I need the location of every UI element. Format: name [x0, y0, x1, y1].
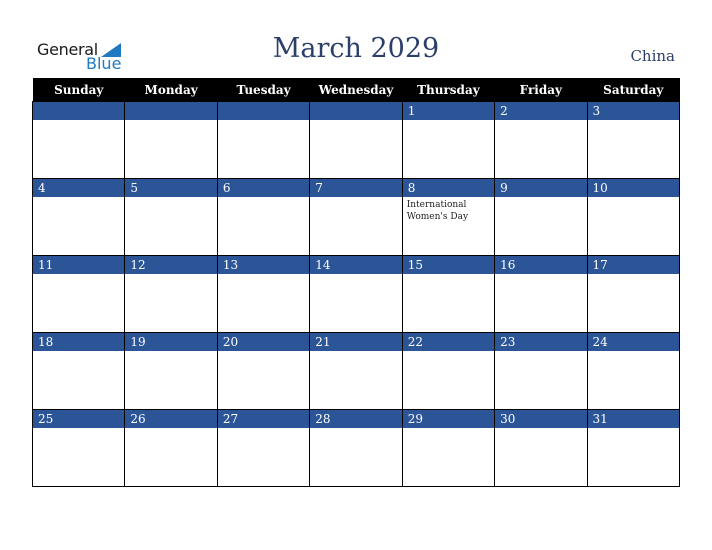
day-number: 13: [217, 256, 310, 274]
weekday-header-row: Sunday Monday Tuesday Wednesday Thursday Frid…: [32, 78, 680, 102]
week-row: 25 26 27 28 29 30 31: [31, 409, 681, 487]
day-number: 1: [402, 102, 495, 120]
day-cell[interactable]: 10: [586, 178, 681, 256]
day-number: 15: [402, 256, 495, 274]
day-number: 21: [310, 333, 402, 351]
day-cell[interactable]: 9: [494, 178, 588, 256]
week-row: 123: [31, 101, 681, 179]
day-cell[interactable]: 31: [586, 409, 681, 487]
day-number: 27: [217, 410, 310, 428]
day-number: 18: [33, 333, 125, 351]
weekday-header: Monday: [124, 78, 218, 102]
day-number: 30: [495, 410, 587, 428]
day-cell[interactable]: 4: [31, 178, 126, 256]
day-number: 14: [310, 256, 402, 274]
day-cell[interactable]: [216, 101, 311, 179]
day-cell[interactable]: 8 International Women's Day: [401, 178, 496, 256]
day-cell[interactable]: 7: [309, 178, 403, 256]
day-number: 10: [587, 179, 679, 197]
week-row: 18 19 20 21 22 23 24: [31, 332, 681, 410]
day-cell[interactable]: 19: [124, 332, 218, 410]
calendar-grid: Sunday Monday Tuesday Wednesday Thursday Frid…: [31, 78, 681, 487]
day-cell[interactable]: 13: [216, 255, 311, 333]
holiday-event: International Women's Day: [406, 200, 469, 222]
day-number: 25: [33, 410, 125, 428]
day-number: [125, 102, 217, 120]
day-cell[interactable]: [124, 101, 218, 179]
day-number: 8: [402, 179, 495, 197]
day-cell[interactable]: 27: [216, 409, 311, 487]
day-number: [217, 102, 310, 120]
day-number: 20: [217, 333, 310, 351]
weekday-header: Tuesday: [217, 78, 310, 102]
day-cell[interactable]: 17: [586, 255, 681, 333]
day-number: 9: [495, 179, 587, 197]
day-cell[interactable]: 18: [31, 332, 126, 410]
day-cell[interactable]: [31, 101, 126, 179]
day-number: 11: [33, 256, 125, 274]
day-cell[interactable]: 15: [401, 255, 496, 333]
day-number: 6: [217, 179, 310, 197]
day-number: 16: [495, 256, 587, 274]
day-number: 17: [587, 256, 679, 274]
day-cell[interactable]: 2: [494, 101, 588, 179]
day-cell[interactable]: 21: [309, 332, 403, 410]
day-cell[interactable]: 1: [401, 101, 496, 179]
day-number: 12: [125, 256, 217, 274]
day-number: 4: [33, 179, 125, 197]
day-cell[interactable]: 20: [216, 332, 311, 410]
day-number: 3: [587, 102, 679, 120]
weekday-header: Saturday: [587, 78, 680, 102]
day-number: [33, 102, 125, 120]
day-cell[interactable]: 16: [494, 255, 588, 333]
day-cell[interactable]: 22: [401, 332, 496, 410]
day-cell[interactable]: 29: [401, 409, 496, 487]
day-cell[interactable]: [309, 101, 403, 179]
weekday-header: Wednesday: [309, 78, 403, 102]
day-number: 31: [587, 410, 679, 428]
weekday-header: Thursday: [402, 78, 495, 102]
day-cell[interactable]: 26: [124, 409, 218, 487]
day-cell[interactable]: 28: [309, 409, 403, 487]
week-row: 11 12 13 14 15 16 17: [31, 255, 681, 333]
weekday-header: Sunday: [32, 78, 125, 102]
day-number: 19: [125, 333, 217, 351]
day-number: 24: [587, 333, 679, 351]
day-cell[interactable]: 30: [494, 409, 588, 487]
day-cell[interactable]: 24: [586, 332, 681, 410]
day-cell[interactable]: 25: [31, 409, 126, 487]
day-number: 29: [402, 410, 495, 428]
day-cell[interactable]: 12: [124, 255, 218, 333]
day-number: 26: [125, 410, 217, 428]
day-cell[interactable]: 6: [216, 178, 311, 256]
calendar-title: March 2029: [272, 33, 440, 64]
day-number: 23: [495, 333, 587, 351]
day-cell[interactable]: 14: [309, 255, 403, 333]
day-cell[interactable]: 11: [31, 255, 126, 333]
day-number: 22: [402, 333, 495, 351]
day-number: [310, 102, 402, 120]
weekday-header: Friday: [494, 78, 588, 102]
week-row: 4 5 6 7 8 International Women's Day 9 10: [31, 178, 681, 256]
day-number: 7: [310, 179, 402, 197]
day-number: 28: [310, 410, 402, 428]
day-cell[interactable]: 5: [124, 178, 218, 256]
country-label: China: [630, 47, 675, 65]
day-cell[interactable]: 23: [494, 332, 588, 410]
day-number: 2: [495, 102, 587, 120]
day-cell[interactable]: 3: [586, 101, 681, 179]
day-number: 5: [125, 179, 217, 197]
